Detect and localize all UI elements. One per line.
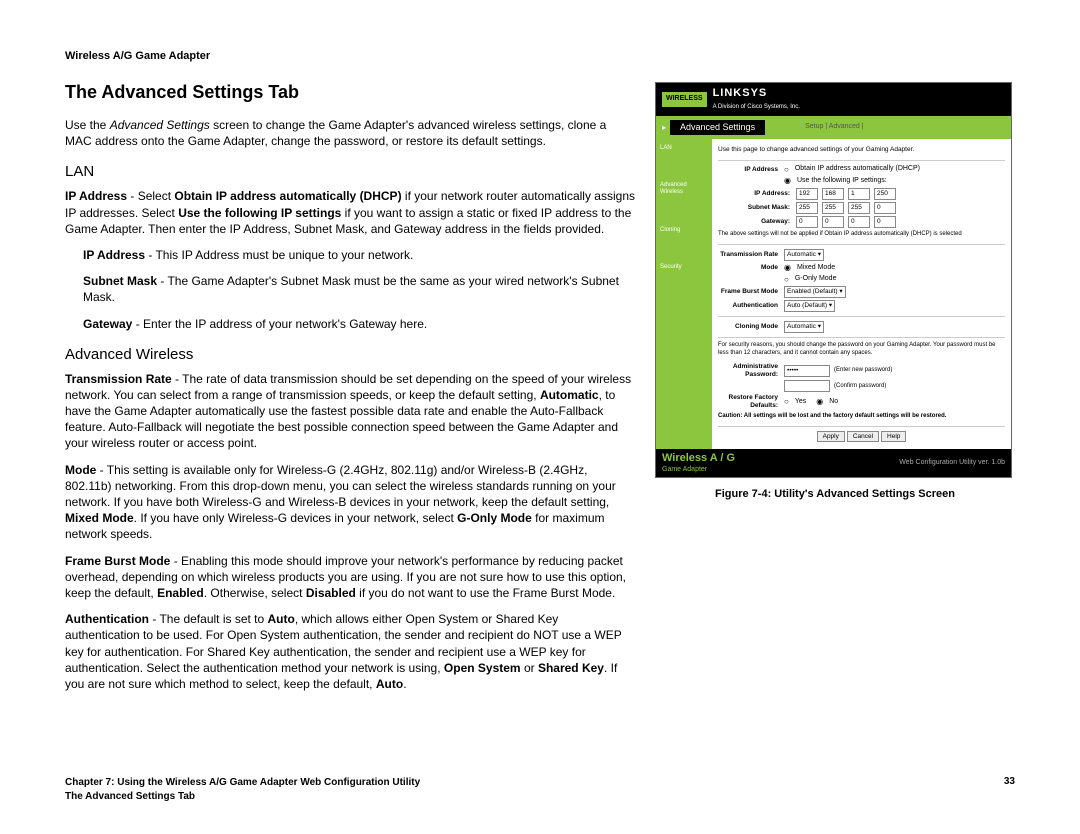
radio-no[interactable]: ◉ <box>816 397 823 407</box>
ip-1[interactable]: 192 <box>796 188 818 200</box>
sidebar-lan: LAN <box>660 145 708 152</box>
authentication-paragraph: Authentication - The default is set to A… <box>65 611 635 692</box>
figure-caption: Figure 7-4: Utility's Advanced Settings … <box>655 488 1015 500</box>
figure-column: WIRELESS LINKSYS A Division of Cisco Sys… <box>655 82 1015 702</box>
gw-2[interactable]: 0 <box>822 216 844 228</box>
radio-dhcp[interactable]: ○ <box>784 165 789 175</box>
footer-section: The Advanced Settings Tab <box>65 790 420 804</box>
pw-1[interactable]: ••••• <box>784 365 830 377</box>
pw-2[interactable] <box>784 380 830 392</box>
cloning-select[interactable]: Automatic ▾ <box>784 321 824 333</box>
gw-3[interactable]: 0 <box>848 216 870 228</box>
utility-screenshot: WIRELESS LINKSYS A Division of Cisco Sys… <box>655 82 1012 478</box>
subnet-sub: Subnet Mask - The Game Adapter's Subnet … <box>83 273 635 305</box>
page-number: 33 <box>1004 776 1015 804</box>
main-text-column: The Advanced Settings Tab Use the Advanc… <box>65 82 635 702</box>
page-title: The Advanced Settings Tab <box>65 82 635 103</box>
txrate-select[interactable]: Automatic ▾ <box>784 249 824 261</box>
footer-version: Web Configuration Utility ver. 1.0b <box>899 459 1005 467</box>
nav-title: Advanced Settings <box>670 120 765 135</box>
transmission-rate-paragraph: Transmission Rate - The rate of data tra… <box>65 371 635 452</box>
sidebar-cloning: Cloning <box>660 227 708 234</box>
ip-address-sub: IP Address - This IP Address must be uni… <box>83 247 635 263</box>
sidebar-security: Security <box>660 264 708 271</box>
frame-burst-paragraph: Frame Burst Mode - Enabling this mode sh… <box>65 553 635 602</box>
help-button[interactable]: Help <box>881 431 906 442</box>
radio-static[interactable]: ◉ <box>784 176 791 186</box>
auth-select[interactable]: Auto (Default) ▾ <box>784 300 835 312</box>
gw-1[interactable]: 0 <box>796 216 818 228</box>
doc-header: Wireless A/G Game Adapter <box>65 50 1015 62</box>
sm-1[interactable]: 255 <box>796 202 818 214</box>
apply-button[interactable]: Apply <box>817 431 845 442</box>
linksys-logo: LINKSYS <box>713 87 768 99</box>
footer-chapter: Chapter 7: Using the Wireless A/G Game A… <box>65 776 420 790</box>
radio-gonly[interactable]: ○ <box>784 275 789 285</box>
fbm-select[interactable]: Enabled (Default) ▾ <box>784 286 846 298</box>
advanced-wireless-heading: Advanced Wireless <box>65 346 635 363</box>
ip-4[interactable]: 250 <box>874 188 896 200</box>
sidebar-aw: Advanced Wireless <box>660 182 708 196</box>
gateway-sub: Gateway - Enter the IP address of your n… <box>83 316 635 332</box>
gw-4[interactable]: 0 <box>874 216 896 228</box>
ip-2[interactable]: 168 <box>822 188 844 200</box>
lan-ip-paragraph: IP Address - Select Obtain IP address au… <box>65 188 635 237</box>
nav-links: Setup | Advanced | <box>805 123 864 131</box>
cancel-button[interactable]: Cancel <box>847 431 879 442</box>
footer-brand: Wireless A / G <box>662 452 735 465</box>
sm-4[interactable]: 0 <box>874 202 896 214</box>
ip-3[interactable]: 1 <box>848 188 870 200</box>
radio-yes[interactable]: ○ <box>784 397 789 407</box>
wireless-badge: WIRELESS <box>662 92 707 106</box>
sm-3[interactable]: 255 <box>848 202 870 214</box>
mode-paragraph: Mode - This setting is available only fo… <box>65 462 635 543</box>
sm-2[interactable]: 255 <box>822 202 844 214</box>
intro-paragraph: Use the Advanced Settings screen to chan… <box>65 117 635 149</box>
lan-heading: LAN <box>65 163 635 180</box>
radio-mixed[interactable]: ◉ <box>784 263 791 273</box>
